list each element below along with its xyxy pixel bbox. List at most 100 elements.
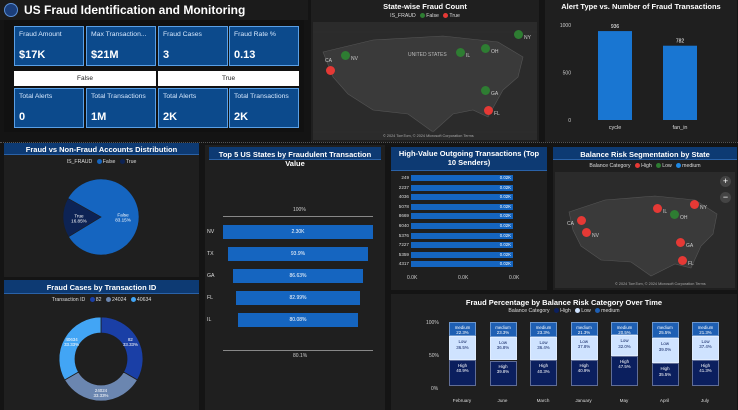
map-marker-ga[interactable]: GA (478, 82, 498, 100)
txid-panel[interactable]: Fraud Cases by Transaction ID Transactio… (4, 280, 199, 410)
map-marker-ny[interactable]: NY (511, 26, 531, 44)
sender-bar-5376[interactable]: 0.02K (411, 232, 513, 239)
stack-segment-low[interactable]: Low 37.8% (570, 335, 598, 360)
stack-segment-low[interactable]: Low 32.0% (611, 335, 638, 356)
us-map-shape (313, 31, 537, 133)
stack-column-january[interactable]: medium 21.3% Low 37.8% High 40.9% (570, 322, 598, 386)
sender-bar-5078[interactable]: 0.02K (411, 203, 513, 210)
sender-bar-4317[interactable]: 0.02K (411, 261, 513, 268)
stack-segment-low[interactable]: Low 39.0% (651, 338, 679, 364)
funnel-bar-fl[interactable]: 82.99% (235, 291, 361, 305)
seg-marker-oh[interactable]: OH (667, 206, 688, 224)
x-month-label: April (659, 398, 670, 403)
legend-dot-true (443, 13, 449, 19)
top5-states-panel[interactable]: Top 5 US States by Fraudulent Transactio… (205, 145, 385, 410)
zoom-out-button[interactable]: − (720, 192, 731, 203)
sender-bar-6040[interactable]: 0.02K (411, 223, 513, 229)
stack-segment-medium[interactable]: medium 20.5% (611, 322, 638, 335)
stack-segment-low[interactable]: Low 36.8% (489, 336, 517, 361)
sender-bar-value: 0.02K (499, 261, 511, 267)
stack-column-april[interactable]: medium 25.5% Low 39.0% High 35.5% (651, 322, 679, 386)
stack-segment-high[interactable]: High 40.9% (570, 359, 598, 386)
stack-segment-high[interactable]: High 40.3% (530, 360, 557, 386)
sender-bar-7227[interactable]: 0.02K (411, 242, 513, 249)
stack-segment-medium[interactable]: medium 22.3% (449, 322, 476, 337)
seg-marker-nv[interactable]: NV (579, 224, 599, 242)
stack-segment-low[interactable]: Low 37.4% (692, 335, 719, 360)
header: US Fraud Identification and Monitoring (0, 0, 308, 20)
kpi-fraud-cases[interactable]: Fraud Cases 3 (158, 26, 228, 66)
legend-title: Transaction ID (51, 297, 86, 303)
sender-bar-2237[interactable]: 0.02K (411, 184, 513, 191)
sender-bar-4036[interactable]: 0.02K (411, 194, 513, 201)
fraud-distribution-panel[interactable]: Fraud vs Non-Fraud Accounts Distribution… (4, 143, 199, 277)
balance-segmentation-panel[interactable]: Balance Risk Segmentation by State Balan… (553, 147, 737, 290)
funnel-state-label: TX (207, 251, 214, 257)
bar-fan_in[interactable] (663, 45, 697, 120)
seg-marker-ny[interactable]: NY (687, 196, 707, 214)
stack-segment-medium[interactable]: medium 21.3% (570, 322, 598, 336)
x-month-label: January (575, 398, 592, 403)
funnel-bar-il[interactable]: 80.08% (237, 313, 359, 327)
seg-marker-ga[interactable]: GA (673, 234, 693, 252)
stack-segment-low[interactable]: Low 36.4% (530, 336, 557, 361)
sender-id-label: 5078 (398, 203, 409, 209)
funnel-bottom-line (223, 350, 373, 351)
top5-states-title: Top 5 US States by Fraudulent Transactio… (209, 147, 381, 168)
stack-column-february[interactable]: medium 22.3% Low 36.5% High 40.9% (449, 322, 476, 386)
map-marker-ca[interactable] (323, 62, 336, 80)
seg-marker-fl[interactable]: FL (675, 252, 694, 270)
balance-map[interactable]: + − IL NY OH CA NV GA FL © 2024 TomTom, … (555, 172, 735, 288)
map-marker-nv[interactable]: NV (338, 47, 358, 65)
map-credit: © 2024 TomTom, © 2024 Microsoft Corporat… (615, 282, 706, 286)
alert-type-chart: 1000 500 0 936 cycle 782 fan_in (560, 23, 697, 131)
top-senders-panel[interactable]: High-Value Outgoing Transactions (Top 10… (391, 147, 547, 290)
kpi-value: 2K (234, 111, 249, 123)
stack-column-july[interactable]: medium 21.3% Low 37.4% High 41.3% (692, 322, 719, 386)
donut-slice-82[interactable] (100, 316, 144, 381)
statewise-map[interactable]: UNITED STATES NV CA IL OH NY GA FL © 202… (313, 22, 537, 140)
stack-segment-high[interactable]: High 47.5% (611, 355, 638, 386)
funnel-bar-nv[interactable]: 2.30K (223, 225, 373, 239)
kpi-fraud-rate[interactable]: Fraud Rate % 0.13 (229, 26, 299, 66)
zoom-in-button[interactable]: + (720, 176, 731, 187)
stack-segment-high[interactable]: High 35.5% (651, 363, 679, 386)
sender-bar-249[interactable]: 0.02K (411, 175, 513, 181)
kpi-value: 2K (163, 111, 178, 123)
bar-cycle[interactable] (598, 31, 632, 120)
stack-column-may[interactable]: medium 20.5% Low 32.0% High 47.5% (611, 322, 638, 386)
kpi-fraud-amount[interactable]: Fraud Amount $17K (14, 26, 84, 66)
map-marker-il[interactable]: IL (453, 44, 470, 62)
kpi-false-total-transactions[interactable]: Total Transactions 1M (86, 88, 156, 128)
balance-time-legend: Balance Category High Low medium (508, 308, 620, 314)
stack-segment-low[interactable]: Low 36.5% (449, 336, 476, 361)
sender-bar-5359[interactable]: 0.02K (411, 251, 513, 258)
kpi-true-total-transactions[interactable]: Total Transactions 2K (229, 88, 299, 128)
kpi-max-transaction[interactable]: Max Transaction... $21M (86, 26, 156, 66)
stack-segment-medium[interactable]: medium 23.3% (489, 322, 517, 337)
funnel-bar-ga[interactable]: 86.63% (233, 269, 363, 283)
x-tick-label: 0.0K (509, 275, 520, 281)
donut-slice-40634[interactable] (58, 316, 102, 381)
donut-slice-label: 24024 33.33% (94, 388, 109, 398)
funnel-bar-tx[interactable]: 93.9% (227, 247, 369, 261)
statewise-fraud-panel[interactable]: State-wise Fraud Count IS_FRAUD False Tr… (311, 0, 539, 142)
stack-column-march[interactable]: medium 23.3% Low 36.4% High 40.3% (530, 322, 557, 386)
alert-type-panel[interactable]: Alert Type vs. Number of Fraud Transacti… (545, 0, 737, 142)
stack-segment-high[interactable]: High 40.9% (449, 360, 476, 386)
legend-dot-false (420, 13, 426, 19)
sender-bar-value: 0.02K (499, 184, 511, 190)
balance-time-panel[interactable]: Fraud Percentage by Balance Risk Categor… (391, 294, 737, 410)
stack-segment-medium[interactable]: medium 25.5% (651, 322, 679, 339)
map-marker-oh[interactable]: OH (478, 40, 499, 58)
kpi-true-total-alerts[interactable]: Total Alerts 2K (158, 88, 228, 128)
stack-segment-medium[interactable]: medium 21.3% (692, 322, 719, 336)
kpi-false-total-alerts[interactable]: Total Alerts 0 (14, 88, 84, 128)
stack-segment-high[interactable]: High 39.8% (489, 360, 517, 386)
seg-marker-il[interactable]: IL (650, 200, 667, 218)
sender-bar-8669[interactable]: 0.02K (411, 213, 513, 220)
stack-column-june[interactable]: medium 23.3% Low 36.8% High 39.8% (489, 322, 517, 386)
map-marker-fl[interactable]: FL (481, 102, 500, 120)
stack-segment-high[interactable]: High 41.3% (692, 359, 719, 386)
stack-segment-medium[interactable]: medium 23.3% (530, 322, 557, 337)
